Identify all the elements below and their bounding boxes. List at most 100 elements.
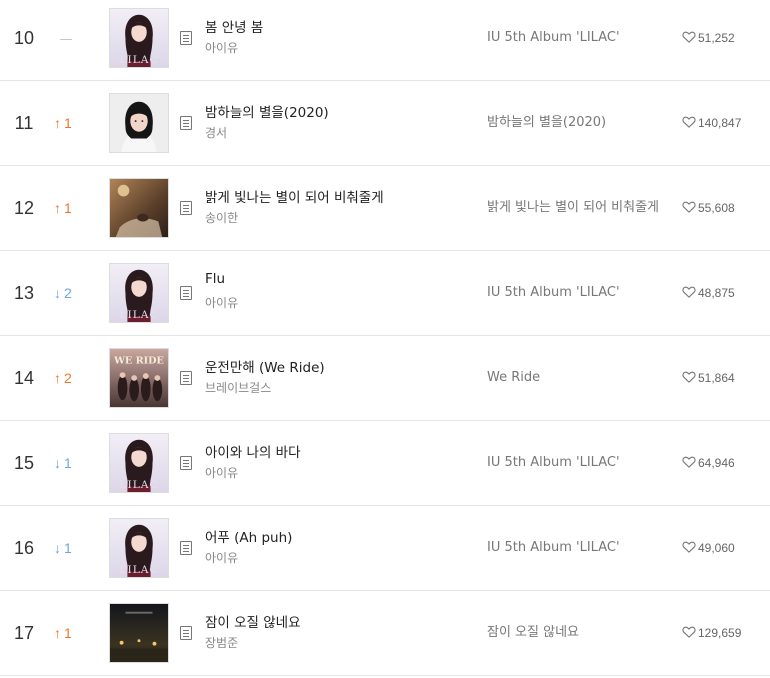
rank-number: 17 — [13, 623, 35, 643]
rank-change-value: 1 — [64, 625, 72, 641]
rank-number: 12 — [13, 198, 35, 218]
rank-change-value: 2 — [64, 285, 72, 301]
like-count: 51,252 — [698, 31, 735, 45]
album-name[interactable]: 밤하늘의 별을(2020) — [487, 81, 667, 165]
like-count: 129,659 — [698, 626, 742, 640]
chart-row: 15 ↓ 1 LILAC 아이와 나의 바다 아이유 IU 5th Album '… — [0, 421, 770, 506]
svg-text:LILAC: LILAC — [120, 53, 159, 66]
song-title[interactable]: 운전만해 (We Ride) — [205, 356, 435, 376]
album-name[interactable]: IU 5th Album 'LILAC' — [487, 421, 667, 505]
lyrics-icon[interactable] — [180, 201, 192, 215]
rank-number: 15 — [13, 453, 35, 473]
arrow-down-icon: ↓ — [54, 540, 61, 556]
artist-name[interactable]: 송이한 — [205, 209, 238, 226]
album-name[interactable]: 잠이 오질 않네요 — [487, 591, 667, 675]
album-name[interactable]: IU 5th Album 'LILAC' — [487, 251, 667, 335]
album-cover[interactable] — [109, 178, 169, 238]
heart-icon — [682, 422, 696, 468]
lyrics-icon[interactable] — [180, 116, 192, 130]
song-title[interactable]: 아이와 나의 바다 — [205, 441, 435, 461]
artist-name[interactable]: 장범준 — [205, 634, 238, 651]
chart-row: 10 LILAC 봄 안녕 봄 아이유 IU 5th Album 'LILAC'… — [0, 0, 770, 81]
chart-list: 10 LILAC 봄 안녕 봄 아이유 IU 5th Album 'LILAC'… — [0, 0, 770, 678]
album-cover[interactable]: WE RIDE — [109, 348, 169, 408]
song-title[interactable]: 봄 안녕 봄 — [205, 16, 435, 36]
album-name[interactable]: We Ride — [487, 336, 667, 420]
rank-change-value: 2 — [64, 370, 72, 386]
song-title[interactable]: 잠이 오질 않네요 — [205, 611, 435, 631]
like-count: 51,864 — [698, 371, 735, 385]
rank-change: ↑ 2 — [54, 336, 88, 420]
album-name[interactable]: 밝게 빛나는 별이 되어 비춰줄게 — [487, 166, 659, 250]
rank-number: 16 — [13, 538, 35, 558]
svg-text:LILAC: LILAC — [120, 563, 159, 576]
artist-name[interactable]: 아이유 — [205, 464, 238, 481]
album-cover[interactable]: LILAC — [109, 263, 169, 323]
album-cover[interactable] — [109, 603, 169, 663]
album-cover[interactable]: LILAC — [109, 433, 169, 493]
artist-name[interactable]: 아이유 — [205, 549, 238, 566]
like-button[interactable]: 51,864 — [682, 336, 735, 420]
artist-name[interactable]: 아이유 — [205, 294, 238, 311]
svg-text:WE RIDE: WE RIDE — [113, 356, 164, 367]
like-button[interactable]: 51,252 — [682, 0, 735, 80]
like-count: 140,847 — [698, 116, 742, 130]
song-title[interactable]: 밤하늘의 별을(2020) — [205, 101, 435, 121]
album-cover[interactable] — [109, 93, 169, 153]
album-cover[interactable]: LILAC — [109, 518, 169, 578]
like-button[interactable]: 140,847 — [682, 81, 741, 165]
lyrics-icon[interactable] — [180, 541, 192, 555]
lyrics-icon[interactable] — [180, 626, 192, 640]
like-count: 48,875 — [698, 286, 735, 300]
artist-name[interactable]: 아이유 — [205, 39, 238, 56]
chart-row: 12 ↑ 1 밝게 빛나는 별이 되어 비춰줄게 송이한 밝게 빛나는 별이 되어… — [0, 166, 770, 251]
lyrics-icon[interactable] — [180, 456, 192, 470]
like-count: 55,608 — [698, 201, 735, 215]
svg-text:LILAC: LILAC — [120, 478, 159, 491]
arrow-up-icon: ↑ — [54, 625, 61, 641]
arrow-down-icon: ↓ — [54, 285, 61, 301]
arrow-up-icon: ↑ — [54, 115, 61, 131]
rank-change: ↑ 1 — [54, 81, 88, 165]
lyrics-icon[interactable] — [180, 286, 192, 300]
svg-text:LILAC: LILAC — [120, 308, 159, 321]
rank-change-value: 1 — [64, 115, 72, 131]
like-button[interactable]: 55,608 — [682, 166, 735, 250]
heart-icon — [682, 167, 696, 213]
heart-icon — [682, 507, 696, 553]
lyrics-icon[interactable] — [180, 371, 192, 385]
album-cover[interactable]: LILAC — [109, 8, 169, 68]
rank-change-value: 1 — [64, 540, 72, 556]
like-button[interactable]: 49,060 — [682, 506, 735, 590]
arrow-down-icon: ↓ — [54, 455, 61, 471]
like-button[interactable]: 64,946 — [682, 421, 735, 505]
lyrics-icon[interactable] — [180, 31, 192, 45]
arrow-up-icon: ↑ — [54, 200, 61, 216]
rank-change-value: 1 — [64, 455, 72, 471]
heart-icon — [682, 337, 696, 383]
song-title[interactable]: 어푸 (Ah puh) — [205, 526, 435, 546]
rank-change: ↓ 1 — [54, 506, 88, 590]
chart-row: 17 ↑ 1 잠이 오질 않네요 장범준 잠이 오질 않네요 129,659 — [0, 591, 770, 676]
artist-name[interactable]: 브레이브걸스 — [205, 379, 271, 396]
like-button[interactable]: 129,659 — [682, 591, 741, 675]
chart-row: 11 ↑ 1 밤하늘의 별을(2020) 경서 밤하늘의 별을(2020) 140… — [0, 81, 770, 166]
heart-icon — [682, 82, 696, 128]
chart-row: 16 ↓ 1 LILAC 어푸 (Ah puh) 아이유 IU 5th Album… — [0, 506, 770, 591]
like-button[interactable]: 48,875 — [682, 251, 735, 335]
rank-number: 11 — [14, 113, 34, 133]
rank-change — [54, 0, 88, 80]
rank-change: ↓ 2 — [54, 251, 88, 335]
heart-icon — [682, 252, 696, 298]
rank-change: ↑ 1 — [54, 591, 88, 675]
song-title[interactable]: 밝게 빛나는 별이 되어 비춰줄게 — [205, 186, 410, 206]
album-name[interactable]: IU 5th Album 'LILAC' — [487, 0, 667, 80]
rank-number: 14 — [13, 368, 35, 388]
heart-icon — [682, 592, 696, 638]
no-change-icon — [60, 38, 72, 40]
arrow-up-icon: ↑ — [54, 370, 61, 386]
song-title[interactable]: Flu — [205, 271, 435, 287]
rank-number: 13 — [13, 283, 35, 303]
album-name[interactable]: IU 5th Album 'LILAC' — [487, 506, 667, 590]
artist-name[interactable]: 경서 — [205, 124, 227, 141]
